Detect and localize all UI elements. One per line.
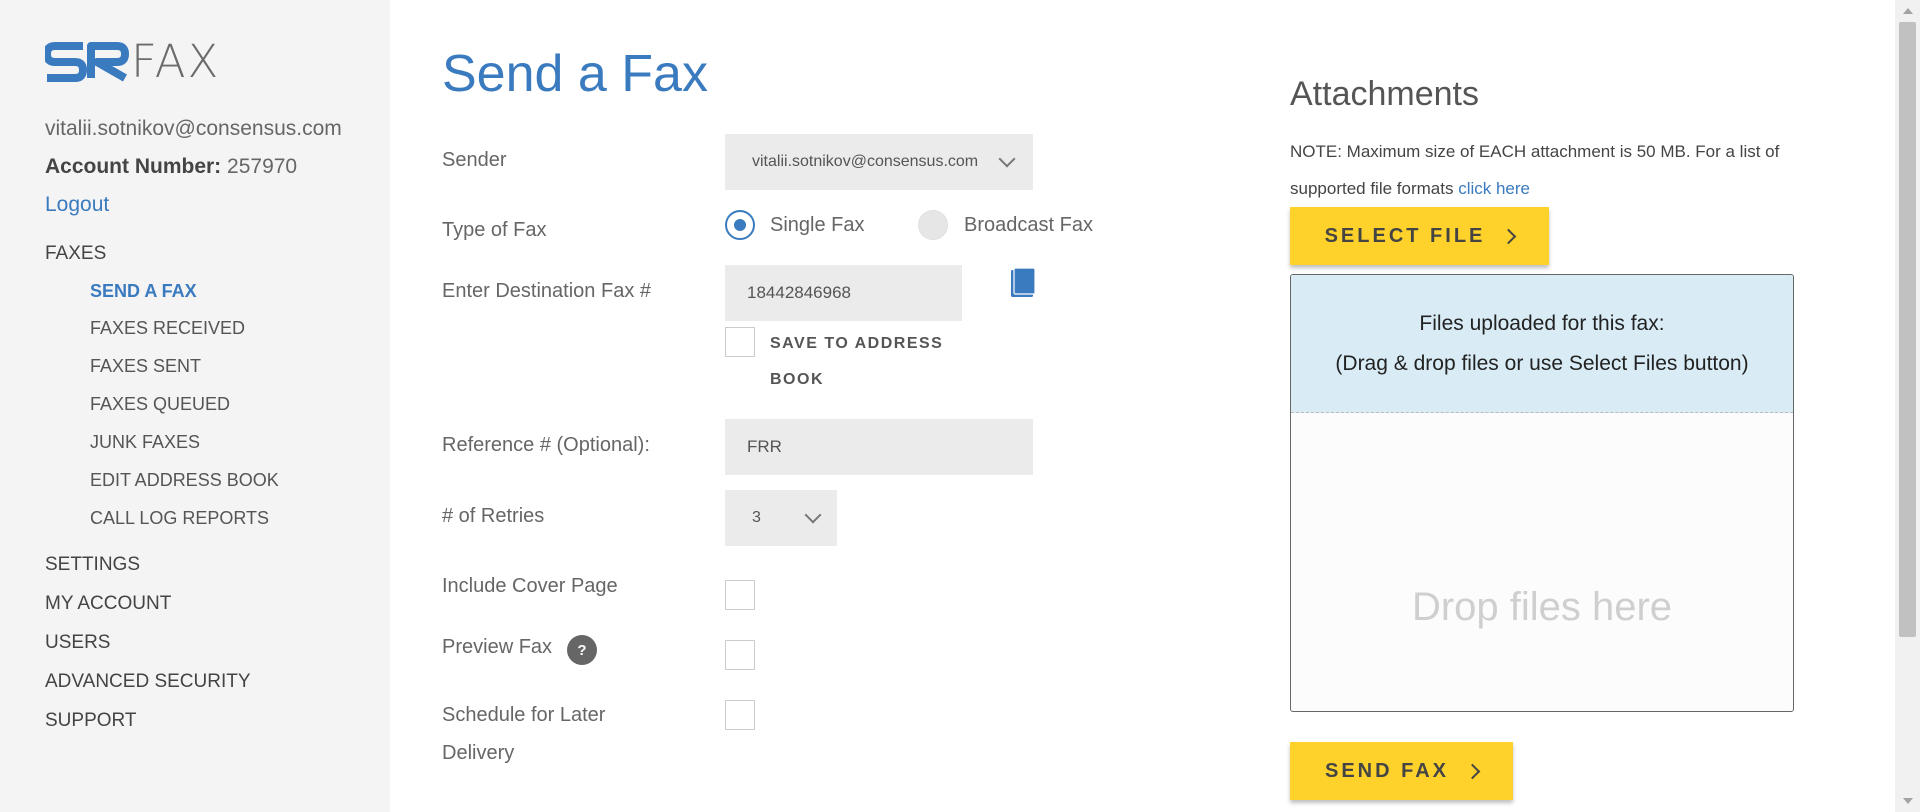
sender-label: Sender xyxy=(442,149,507,171)
nav-faxes[interactable]: FAXES xyxy=(45,243,106,265)
reference-label: Reference # (Optional): xyxy=(442,434,650,456)
chevron-down-icon xyxy=(804,506,822,524)
attachments-note-text: NOTE: Maximum size of EACH attachment is… xyxy=(1290,142,1780,198)
type-of-fax-label: Type of Fax xyxy=(442,219,547,241)
broadcast-fax-radio[interactable] xyxy=(918,210,948,240)
uploaded-files-hint: (Drag & drop files or use Select Files b… xyxy=(1335,351,1749,375)
page-title: Send a Fax xyxy=(442,45,708,103)
drop-files-text: Drop files here xyxy=(1411,585,1673,629)
account-number-label: Account Number: xyxy=(45,155,222,178)
send-fax-label: SEND FAX xyxy=(1324,759,1450,782)
save-to-address-book-label: SAVE TO ADDRESS BOOK xyxy=(770,335,944,388)
preview-fax-checkbox[interactable] xyxy=(725,640,755,670)
account-number-value: 257970 xyxy=(227,155,298,178)
broadcast-fax-label: Broadcast Fax xyxy=(964,214,1093,236)
dropzone-header: Files uploaded for this fax: (Drag & dro… xyxy=(1291,275,1793,413)
nav-faxes-sent[interactable]: FAXES SENT xyxy=(90,356,201,377)
file-dropzone[interactable]: Files uploaded for this fax: (Drag & dro… xyxy=(1290,274,1794,712)
nav-send-a-fax[interactable]: SEND A FAX xyxy=(90,281,197,302)
schedule-label-line1: Schedule for Later xyxy=(442,704,606,726)
nav-my-account[interactable]: MY ACCOUNT xyxy=(45,593,171,615)
page-scrollbar[interactable] xyxy=(1895,0,1920,812)
scroll-up-arrow-icon[interactable] xyxy=(1903,8,1913,14)
select-file-label: SELECT FILE xyxy=(1324,224,1486,247)
uploaded-files-title: Files uploaded for this fax: xyxy=(1419,311,1665,335)
srfax-logo[interactable]: FAX xyxy=(45,35,221,88)
single-fax-label: Single Fax xyxy=(770,214,865,236)
logout-link[interactable]: Logout xyxy=(45,193,109,217)
single-fax-radio[interactable] xyxy=(725,210,755,240)
select-file-button[interactable]: SELECT FILE xyxy=(1290,207,1549,265)
supported-formats-link[interactable]: click here xyxy=(1458,179,1530,198)
scroll-thumb[interactable] xyxy=(1899,22,1916,637)
chevron-right-icon xyxy=(1464,763,1481,779)
nav-junk-faxes[interactable]: JUNK FAXES xyxy=(90,432,200,453)
save-to-address-book-checkbox[interactable] xyxy=(725,327,755,357)
reference-input[interactable] xyxy=(725,419,1033,475)
address-book-icon[interactable] xyxy=(1010,268,1036,298)
nav-settings[interactable]: SETTINGS xyxy=(45,554,140,576)
logo-text: FAX xyxy=(131,35,221,88)
sr-logo-mark-icon xyxy=(45,42,129,82)
chevron-down-icon xyxy=(998,150,1016,168)
chevron-right-icon xyxy=(1501,228,1517,244)
help-icon[interactable]: ? xyxy=(567,635,597,665)
retries-select-value: 3 xyxy=(752,509,761,526)
attachments-note: NOTE: Maximum size of EACH attachment is… xyxy=(1290,133,1850,207)
retries-label: # of Retries xyxy=(442,505,545,527)
scroll-down-arrow-icon[interactable] xyxy=(1903,798,1913,804)
schedule-label: Schedule for Later Delivery xyxy=(442,696,605,772)
cover-page-label: Include Cover Page xyxy=(442,575,618,597)
nav-call-log-reports[interactable]: CALL LOG REPORTS xyxy=(90,508,269,529)
nav-faxes-received[interactable]: FAXES RECEIVED xyxy=(90,318,245,339)
sidebar: FAX vitalii.sotnikov@consensus.com Accou… xyxy=(0,0,390,812)
account-number: Account Number: 257970 xyxy=(45,155,297,179)
nav-support[interactable]: SUPPORT xyxy=(45,710,137,732)
preview-fax-label: Preview Fax xyxy=(442,636,553,658)
retries-select[interactable]: 3 xyxy=(725,490,837,546)
schedule-label-line2: Delivery xyxy=(442,742,515,764)
sender-select-value: vitalii.sotnikov@consensus.com xyxy=(752,153,979,170)
cover-page-checkbox[interactable] xyxy=(725,580,755,610)
send-fax-button[interactable]: SEND FAX xyxy=(1290,742,1513,800)
nav-advanced-security[interactable]: ADVANCED SECURITY xyxy=(45,671,251,693)
destination-fax-label: Enter Destination Fax # xyxy=(442,280,651,302)
nav-users[interactable]: USERS xyxy=(45,632,110,654)
nav-faxes-queued[interactable]: FAXES QUEUED xyxy=(90,394,230,415)
user-email: vitalii.sotnikov@consensus.com xyxy=(45,117,342,140)
sender-select[interactable]: vitalii.sotnikov@consensus.com xyxy=(725,134,1033,190)
schedule-checkbox[interactable] xyxy=(725,700,755,730)
nav-edit-address-book[interactable]: EDIT ADDRESS BOOK xyxy=(90,470,279,491)
destination-fax-input[interactable] xyxy=(725,265,962,321)
attachments-title: Attachments xyxy=(1290,75,1479,113)
